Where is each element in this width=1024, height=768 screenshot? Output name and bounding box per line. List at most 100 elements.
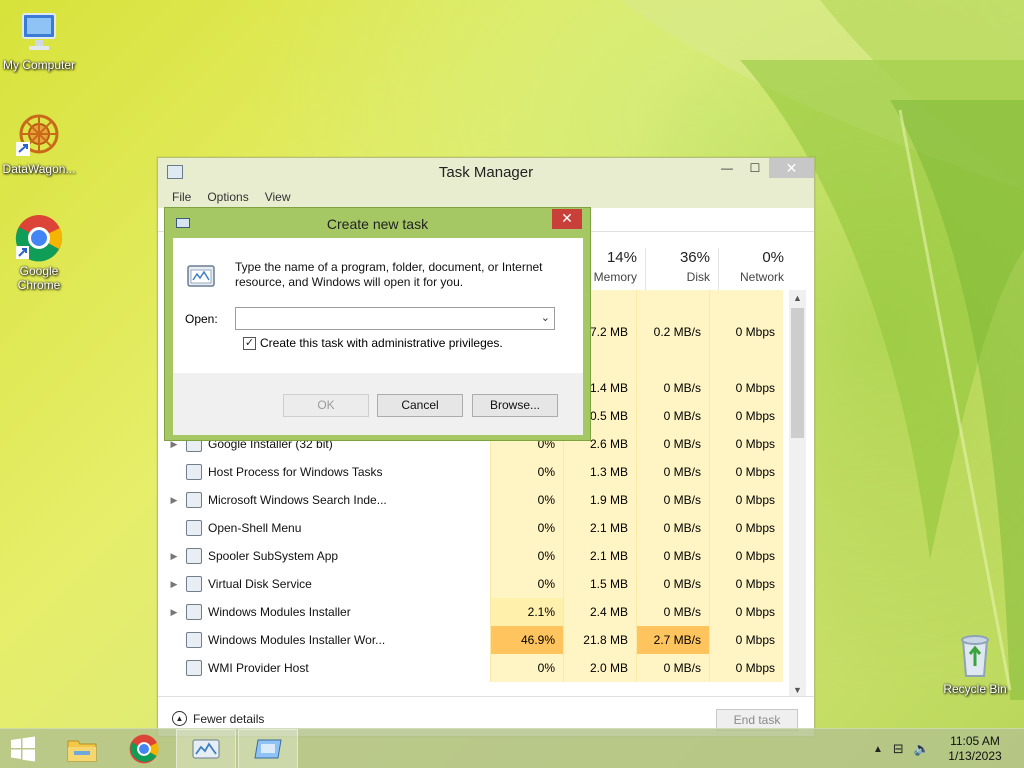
process-cpu-cell: 2.1% (490, 598, 563, 626)
process-net-cell: 0 Mbps (709, 570, 783, 598)
minimize-button[interactable]: — (713, 158, 741, 178)
process-disk-cell: 0 MB/s (636, 458, 709, 486)
process-disk-cell: 0.2 MB/s (636, 318, 709, 346)
network-icon[interactable]: ⊟ (893, 741, 904, 757)
open-combobox[interactable]: ⌄ (235, 307, 555, 330)
table-row[interactable]: ▶ Spooler SubSystem App 0% 2.1 MB 0 MB/s 0 Mb… (166, 542, 792, 570)
desktop-icon-label: Recycle Bin (943, 682, 1007, 696)
datawagon-icon (15, 112, 63, 160)
dialog-body: Type the name of a program, folder, docu… (173, 238, 583, 435)
process-name: Host Process for Windows Tasks (208, 465, 383, 479)
process-name: Microsoft Windows Search Inde... (208, 493, 387, 507)
menu-file[interactable]: File (172, 190, 191, 204)
process-cpu-cell: 0% (490, 570, 563, 598)
process-name: Open-Shell Menu (208, 521, 302, 535)
checkbox-checked-icon[interactable]: ✓ (243, 336, 256, 350)
process-net-cell: 0 Mbps (709, 374, 783, 402)
process-disk-cell: 2.7 MB/s (636, 626, 709, 654)
fewer-details-button[interactable]: ▲ Fewer details (172, 711, 264, 726)
browse-button[interactable]: Browse... (472, 394, 558, 417)
vertical-scrollbar[interactable]: ▲ ▼ (789, 290, 806, 698)
table-row[interactable]: ▶ Windows Modules Installer 2.1% 2.4 MB 0 MB… (166, 598, 792, 626)
create-new-task-dialog: Create new task ✕ Type the name of a pro… (164, 207, 591, 441)
expand-chevron-icon[interactable]: ▶ (166, 551, 182, 562)
chevron-down-icon[interactable]: ⌄ (541, 311, 550, 324)
network-percent: 0% (762, 249, 784, 266)
table-row[interactable]: WMI Provider Host 0% 2.0 MB 0 MB/s 0 Mbps (166, 654, 792, 682)
network-column-label: Network (739, 270, 784, 284)
process-mem-cell: 2.0 MB (563, 654, 636, 682)
maximize-button[interactable]: ☐ (741, 158, 769, 178)
desktop-icon-label: My Computer (2, 58, 76, 72)
fewer-details-label: Fewer details (193, 711, 265, 726)
process-cpu-cell: 46.9% (490, 626, 563, 654)
dialog-description: Type the name of a program, folder, docu… (235, 260, 543, 289)
volume-icon[interactable]: 🔈 (914, 741, 930, 757)
search-indexer-icon (186, 492, 202, 508)
process-net-cell (709, 290, 783, 318)
desktop-icon-my-computer[interactable]: My Computer (1, 8, 77, 72)
show-hidden-icons-icon[interactable]: ▲ (873, 744, 883, 755)
close-button[interactable]: ✕ (769, 158, 814, 178)
shell-icon (186, 520, 202, 536)
process-mem-cell: 1.9 MB (563, 486, 636, 514)
start-button[interactable] (0, 729, 46, 768)
process-cpu-cell: 0% (490, 514, 563, 542)
menu-options[interactable]: Options (207, 190, 248, 204)
table-row[interactable]: Host Process for Windows Tasks 0% 1.3 MB 0 … (166, 458, 792, 486)
process-disk-cell: 0 MB/s (636, 486, 709, 514)
column-header-disk[interactable]: 36% Disk (645, 248, 718, 290)
process-disk-cell: 0 MB/s (636, 514, 709, 542)
file-explorer-icon[interactable] (52, 729, 112, 768)
clock[interactable]: 11:05 AM 1/13/2023 (940, 734, 1010, 764)
desktop-icon-datawagon[interactable]: DataWagon... (1, 112, 77, 176)
process-icon (186, 576, 202, 592)
table-row[interactable]: Windows Modules Installer Wor... 46.9% 21.… (166, 626, 792, 654)
run-program-icon (186, 260, 218, 292)
system-tray: ▲ ⊟ 🔈 11:05 AM 1/13/2023 (873, 729, 1024, 768)
table-row[interactable]: Open-Shell Menu 0% 2.1 MB 0 MB/s 0 Mbps (166, 514, 792, 542)
process-mem-cell: 1.3 MB (563, 458, 636, 486)
process-net-cell: 0 Mbps (709, 402, 783, 430)
table-row[interactable]: ▶ Microsoft Windows Search Inde... 0% 1.9 M… (166, 486, 792, 514)
process-icon (186, 632, 202, 648)
admin-privileges-label: Create this task with administrative pri… (260, 336, 503, 350)
title-bar[interactable]: Task Manager — ☐ ✕ (158, 158, 814, 186)
computer-icon (15, 8, 63, 56)
process-disk-cell: 0 MB/s (636, 654, 709, 682)
expand-chevron-icon[interactable]: ▶ (166, 495, 182, 506)
dialog-title: Create new task (326, 216, 429, 232)
scroll-up-icon[interactable]: ▲ (789, 290, 806, 306)
column-header-network[interactable]: 0% Network (718, 248, 792, 290)
process-name: Windows Modules Installer Wor... (208, 633, 386, 647)
wmi-icon (186, 660, 202, 676)
menu-view[interactable]: View (265, 190, 291, 204)
menu-bar: File Options View (158, 186, 814, 208)
process-name: Spooler SubSystem App (208, 549, 339, 563)
clock-date: 1/13/2023 (948, 749, 1002, 763)
chrome-taskbar-icon[interactable] (114, 729, 174, 768)
open-label: Open: (185, 312, 218, 326)
expand-chevron-icon[interactable]: ▶ (166, 607, 182, 618)
desktop-icon-recycle-bin[interactable]: Recycle Bin (937, 632, 1013, 696)
expand-chevron-icon[interactable]: ▶ (166, 579, 182, 590)
process-mem-cell: 2.1 MB (563, 514, 636, 542)
cancel-button[interactable]: Cancel (377, 394, 463, 417)
admin-privileges-checkbox[interactable]: ✓ Create this task with administrative p… (243, 336, 503, 350)
recycle-bin-icon (951, 632, 999, 680)
run-dialog-taskbar-icon[interactable] (238, 729, 298, 768)
table-row[interactable]: ▶ Virtual Disk Service 0% 1.5 MB 0 MB/s 0 Mbp… (166, 570, 792, 598)
task-manager-taskbar-icon[interactable] (176, 729, 236, 768)
desktop-icon-label: DataWagon... (2, 162, 76, 176)
desktop-icon-google-chrome[interactable]: Google Chrome (1, 214, 77, 292)
dialog-title-bar[interactable]: Create new task ✕ (165, 208, 590, 238)
process-net-cell: 0 Mbps (709, 458, 783, 486)
dialog-close-button[interactable]: ✕ (552, 209, 582, 229)
scrollbar-thumb[interactable] (791, 308, 804, 438)
ok-button[interactable]: OK (283, 394, 369, 417)
process-net-cell: 0 Mbps (709, 626, 783, 654)
process-net-cell (709, 346, 783, 374)
process-disk-cell: 0 MB/s (636, 570, 709, 598)
chevron-up-icon: ▲ (172, 711, 187, 726)
process-icon (186, 464, 202, 480)
